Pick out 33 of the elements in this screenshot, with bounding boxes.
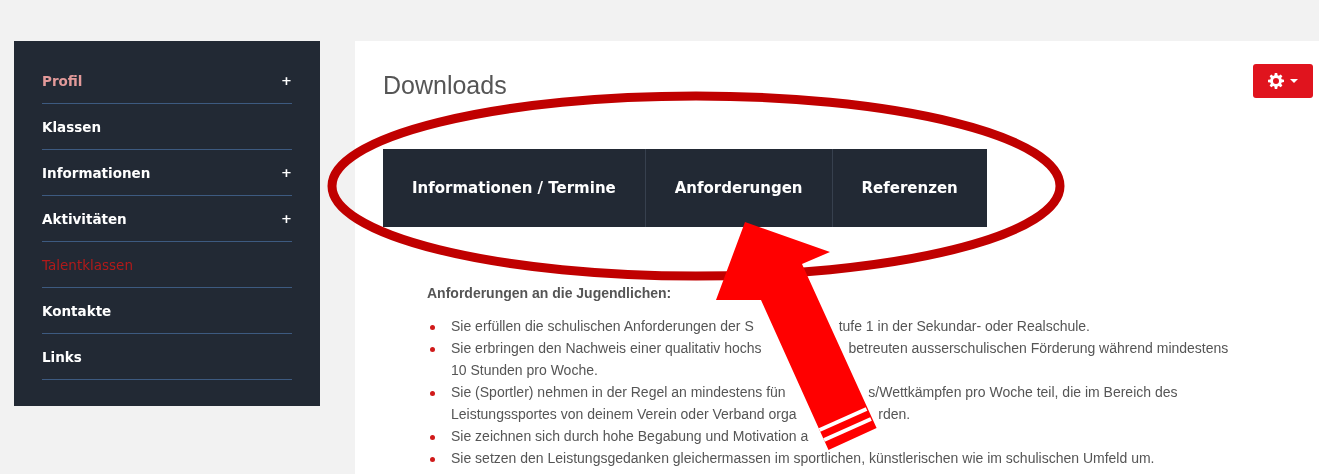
sidebar-item[interactable]: Profil [42, 72, 83, 89]
list-text: Sie erfüllen die schulischen Anforderungen der S [451, 317, 755, 336]
sidebar-item[interactable]: Kontakte [42, 302, 112, 319]
expand-toggle[interactable]: + [281, 165, 292, 180]
page-title: Downloads [383, 71, 507, 100]
bullet-icon [430, 435, 435, 440]
caret-icon [1290, 79, 1298, 83]
list-text: betreuten ausserschulischen Förderung während mindestens [848, 339, 1229, 358]
expand-toggle[interactable]: + [281, 73, 292, 88]
list-text: Sie zeichnen sich durch hohe Begabung und Motivation a [451, 427, 809, 446]
list-text: Leistungssportes von deinem Verein oder Verband orga [451, 405, 798, 424]
sidebar-item[interactable]: Informationen [42, 164, 151, 181]
list-text: tufe 1 in der Sekundar- oder Realschule. [838, 317, 1090, 336]
tab[interactable]: Referenzen [832, 149, 987, 227]
bullet-icon [430, 325, 435, 330]
list-text: rden. [878, 405, 911, 424]
bullet-icon [430, 457, 435, 462]
sidebar-item[interactable]: Aktivitäten [42, 210, 127, 227]
list-text: Sie setzen den Leistungsgedanken gleichermassen im sportlichen, künstlerischen wie im schulischen Umfeld um. [451, 449, 1155, 468]
bullet-icon [430, 347, 435, 352]
list-text: s/Wettkämpfen pro Woche teil, die im Bereich des [868, 383, 1178, 402]
list-text: Sie erbringen den Nachweis einer qualitativ hochs [451, 339, 763, 358]
sidebar-item[interactable]: Links [42, 348, 82, 365]
tab[interactable]: Anforderungen [645, 149, 833, 227]
settings-button[interactable] [1253, 64, 1313, 98]
settings-icon [1268, 73, 1284, 89]
list-text: 10 Stunden pro Woche. [451, 361, 598, 380]
sidebar-item[interactable]: Klassen [42, 118, 102, 135]
section-heading: Anforderungen an die Jugendlichen: [427, 285, 673, 301]
expand-toggle[interactable]: + [281, 211, 292, 226]
tab[interactable]: Informationen / Termine [383, 149, 646, 227]
list-text: Sie (Sportler) nehmen in der Regel an mindestens fün [451, 383, 787, 402]
bullet-icon [430, 391, 435, 396]
